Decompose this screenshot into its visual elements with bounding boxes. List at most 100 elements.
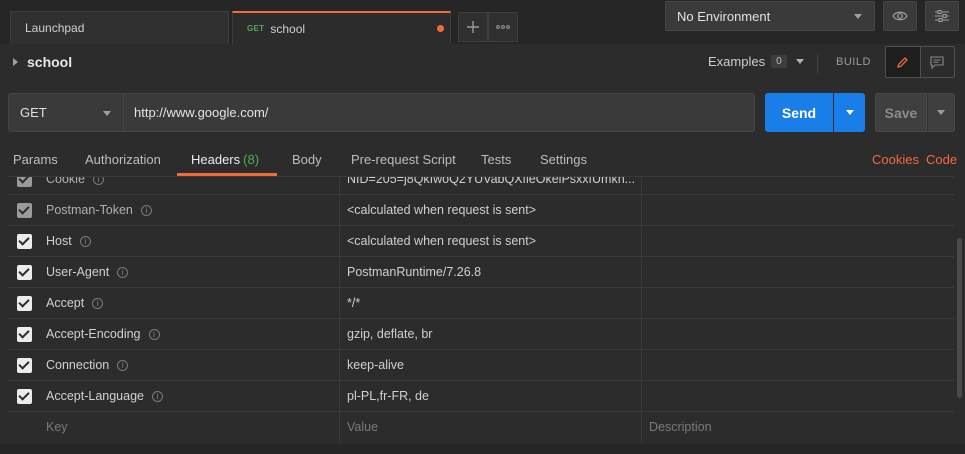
header-description-cell[interactable] bbox=[642, 177, 954, 194]
header-key-cell[interactable]: Connection i bbox=[40, 350, 340, 380]
tab-bar: Launchpad GET school No Environment bbox=[0, 0, 965, 44]
manage-environments-button[interactable] bbox=[925, 1, 959, 31]
header-key-cell[interactable]: Host i bbox=[40, 226, 340, 256]
tab-params[interactable]: Params bbox=[13, 152, 58, 167]
eye-icon bbox=[892, 11, 908, 21]
send-button[interactable]: Send bbox=[765, 93, 833, 132]
tab-settings[interactable]: Settings bbox=[540, 152, 587, 167]
scrollbar[interactable] bbox=[957, 238, 962, 398]
tab-school[interactable]: GET school bbox=[232, 11, 451, 44]
new-value-input[interactable]: Value bbox=[340, 412, 642, 442]
header-key-cell[interactable]: User-Agent i bbox=[40, 257, 340, 287]
method-select[interactable]: GET bbox=[8, 93, 124, 132]
info-icon[interactable]: i bbox=[92, 297, 104, 309]
header-enabled-checkbox[interactable] bbox=[16, 388, 32, 404]
new-key-input[interactable]: Key bbox=[40, 412, 340, 442]
table-row: Accept-Language i pl-PL,fr-FR, de bbox=[8, 381, 954, 412]
docs-mode-button[interactable] bbox=[921, 47, 955, 77]
header-description-cell[interactable] bbox=[642, 195, 954, 225]
info-icon[interactable]: i bbox=[92, 177, 104, 185]
request-name[interactable]: school bbox=[27, 54, 72, 70]
edit-mode-button[interactable] bbox=[886, 47, 921, 77]
examples-count-badge: 0 bbox=[771, 55, 787, 68]
header-description-cell[interactable] bbox=[642, 226, 954, 256]
info-icon[interactable]: i bbox=[140, 204, 152, 216]
header-value: NID=205=j8QkIwoQ2YUVabQXfleOkelPsxxfUmkh… bbox=[347, 176, 636, 186]
cookies-link[interactable]: Cookies bbox=[872, 152, 919, 167]
header-value-cell[interactable]: */* bbox=[340, 288, 642, 318]
header-key: User-Agent bbox=[46, 265, 110, 279]
header-enabled-checkbox[interactable] bbox=[16, 357, 32, 373]
header-value-cell[interactable]: <calculated when request is sent> bbox=[340, 226, 642, 256]
header-key-cell[interactable]: Accept-Language i bbox=[40, 381, 340, 411]
info-icon[interactable]: i bbox=[152, 390, 163, 402]
new-header-row: Key Value Description bbox=[8, 412, 954, 442]
info-icon[interactable]: i bbox=[117, 359, 129, 371]
header-value-cell[interactable]: <calculated when request is sent> bbox=[340, 195, 642, 225]
header-value-cell[interactable]: gzip, deflate, br bbox=[340, 319, 642, 349]
save-options-button[interactable] bbox=[927, 93, 955, 132]
header-key: Accept-Language bbox=[46, 389, 144, 403]
table-row: Accept-Encoding i gzip, deflate, br bbox=[8, 319, 954, 350]
header-description-cell[interactable] bbox=[642, 257, 954, 287]
send-options-button[interactable] bbox=[834, 93, 865, 132]
code-link[interactable]: Code bbox=[926, 152, 957, 167]
header-enabled-checkbox[interactable] bbox=[16, 326, 32, 342]
header-value-cell[interactable]: keep-alive bbox=[340, 350, 642, 380]
header-enabled-cell bbox=[8, 319, 40, 349]
tab-prerequest-script[interactable]: Pre-request Script bbox=[351, 152, 456, 167]
new-tab-button[interactable] bbox=[458, 12, 488, 42]
tab-authorization[interactable]: Authorization bbox=[85, 152, 161, 167]
tab-tests[interactable]: Tests bbox=[481, 152, 511, 167]
header-description-cell[interactable] bbox=[642, 319, 954, 349]
unsaved-dot-icon bbox=[437, 25, 444, 32]
header-enabled-checkbox[interactable] bbox=[16, 233, 32, 249]
header-value: <calculated when request is sent> bbox=[347, 234, 537, 248]
header-description-cell[interactable] bbox=[642, 381, 954, 411]
examples-dropdown[interactable]: Examples 0 bbox=[708, 54, 804, 69]
url-text: http://www.google.com/ bbox=[134, 105, 269, 120]
build-label: BUILD bbox=[836, 56, 871, 68]
header-enabled-checkbox[interactable] bbox=[16, 264, 32, 280]
url-input[interactable]: http://www.google.com/ bbox=[124, 93, 755, 132]
more-tabs-button[interactable] bbox=[488, 12, 518, 42]
headers-count: (8) bbox=[243, 152, 260, 167]
header-key: Connection bbox=[46, 358, 110, 372]
header-description-cell[interactable] bbox=[642, 350, 954, 380]
info-icon[interactable]: i bbox=[117, 266, 129, 278]
tab-launchpad[interactable]: Launchpad bbox=[10, 11, 229, 44]
header-key-cell[interactable]: Accept-Encoding i bbox=[40, 319, 340, 349]
header-key-cell[interactable]: Postman-Token i bbox=[40, 195, 340, 225]
header-value-cell[interactable]: PostmanRuntime/7.26.8 bbox=[340, 257, 642, 287]
chevron-down-icon bbox=[937, 110, 945, 115]
header-enabled-checkbox[interactable] bbox=[16, 177, 32, 187]
chevron-down-icon bbox=[103, 111, 111, 116]
header-enabled-cell bbox=[8, 288, 40, 318]
table-row: Accept i */* bbox=[8, 288, 954, 319]
header-enabled-checkbox[interactable] bbox=[16, 295, 32, 311]
info-icon[interactable]: i bbox=[148, 328, 160, 340]
save-button[interactable]: Save bbox=[875, 93, 927, 132]
header-value-cell[interactable]: NID=205=j8QkIwoQ2YUVabQXfleOkelPsxxfUmkh… bbox=[340, 176, 642, 194]
chevron-down-icon bbox=[795, 59, 804, 64]
header-value-cell[interactable]: pl-PL,fr-FR, de bbox=[340, 381, 642, 411]
header-key-cell[interactable]: Cookie i bbox=[40, 177, 340, 194]
header-key: Postman-Token bbox=[46, 203, 133, 217]
header-key-cell[interactable]: Accept i bbox=[40, 288, 340, 318]
header-value: gzip, deflate, br bbox=[347, 327, 433, 341]
table-row: Connection i keep-alive bbox=[8, 350, 954, 381]
tab-headers[interactable]: Headers (8) bbox=[191, 152, 259, 167]
header-enabled-checkbox[interactable] bbox=[16, 202, 32, 218]
new-description-input[interactable]: Description bbox=[642, 412, 954, 442]
header-enabled-cell bbox=[8, 412, 40, 442]
headers-table: Cookie i NID=205=j8QkIwoQ2YUVabQXfleOkelPs… bbox=[8, 176, 954, 442]
chevron-right-icon[interactable] bbox=[13, 58, 18, 66]
sliders-icon bbox=[935, 10, 949, 22]
table-row: Postman-Token i <calculated when request i… bbox=[8, 195, 954, 226]
header-description-cell[interactable] bbox=[642, 288, 954, 318]
tab-method-badge: GET bbox=[247, 24, 265, 33]
environment-select[interactable]: No Environment bbox=[665, 1, 875, 31]
environment-quick-look-button[interactable] bbox=[883, 1, 917, 31]
info-icon[interactable]: i bbox=[79, 235, 91, 247]
tab-body[interactable]: Body bbox=[292, 152, 322, 167]
